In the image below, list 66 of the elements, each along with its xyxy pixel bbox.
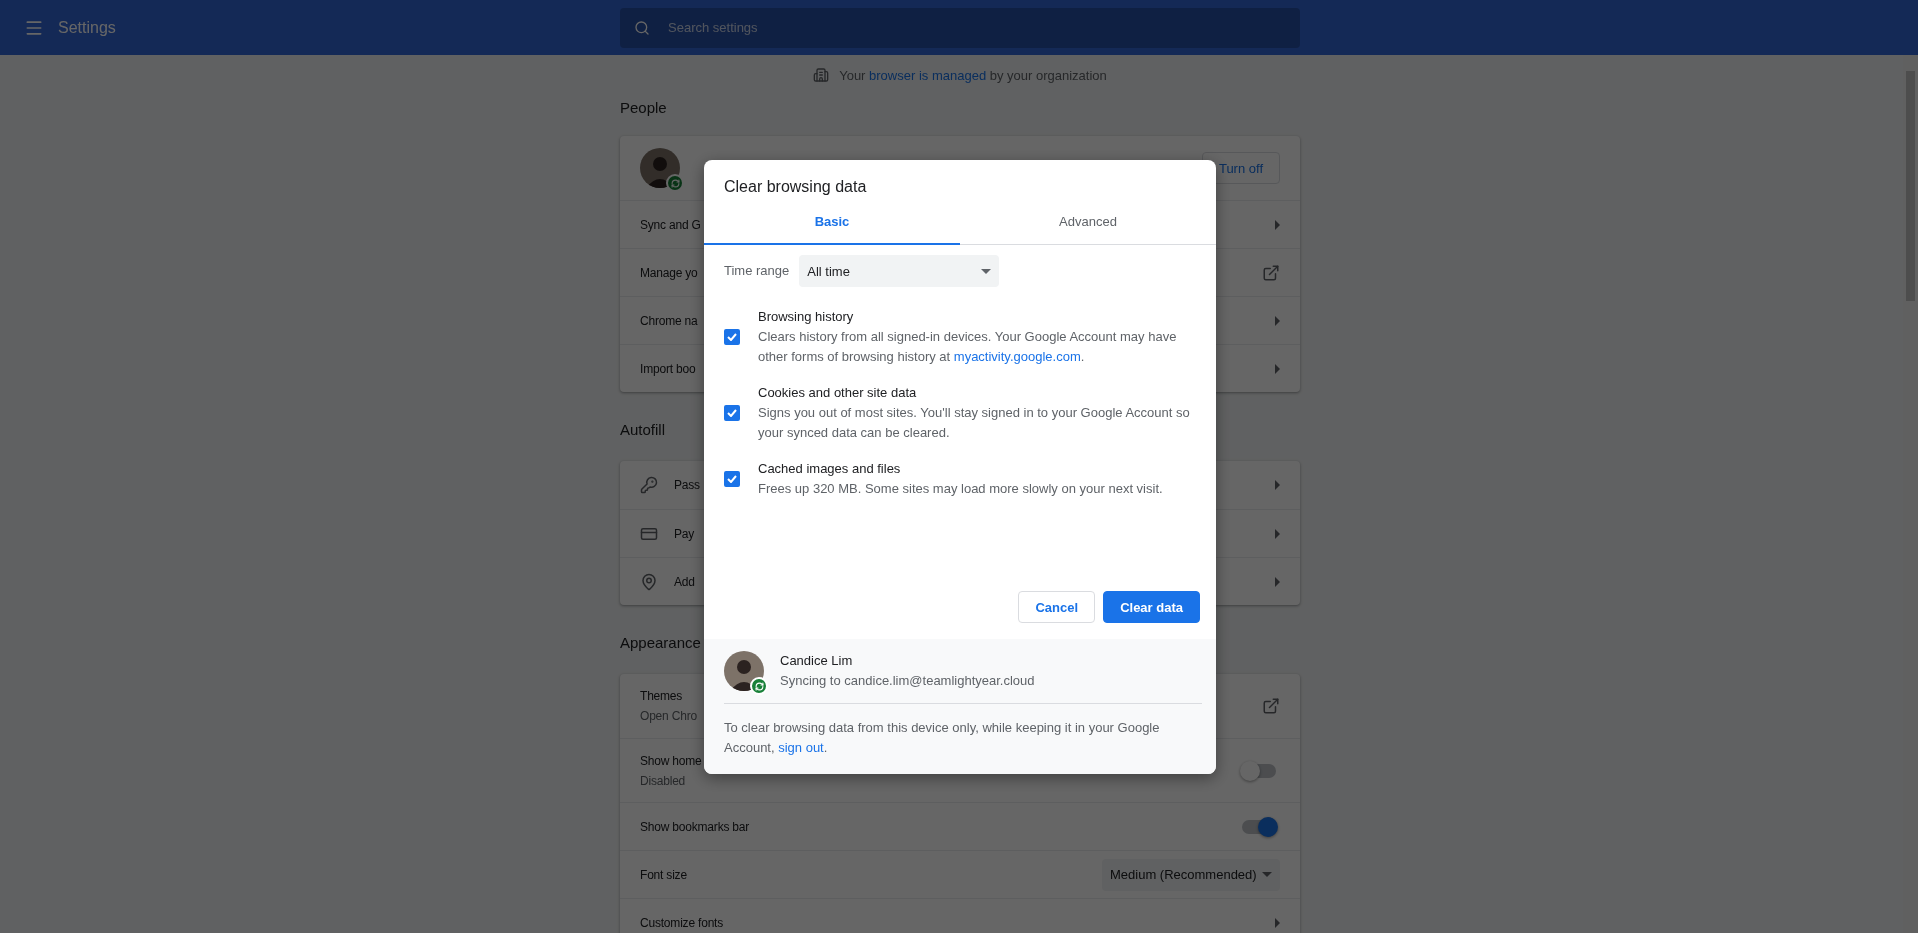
setting-label: Show bookmarks bar xyxy=(640,818,750,836)
arrow-right-icon xyxy=(1275,363,1280,374)
account-name: Candice Lim xyxy=(780,652,853,670)
setting-label: Pay xyxy=(674,525,695,543)
setting-label: Manage yo xyxy=(640,264,698,282)
dialog-title: Clear browsing data xyxy=(723,177,868,197)
dialog-tab[interactable]: Advanced xyxy=(960,200,1216,245)
section-heading: People xyxy=(620,98,667,118)
check-icon xyxy=(727,409,737,417)
section-heading: Autofill xyxy=(620,420,666,440)
key-icon xyxy=(640,476,658,494)
search-icon xyxy=(634,19,650,36)
setting-label: Customize fonts xyxy=(640,914,724,932)
check-icon xyxy=(727,475,737,483)
option-title: Cached images and files xyxy=(758,460,901,478)
cancel-button[interactable]: Cancel xyxy=(1018,591,1096,623)
arrow-right-icon xyxy=(1275,219,1280,230)
section-heading: Appearance xyxy=(620,633,701,653)
setting-label: Chrome na xyxy=(640,312,698,330)
time-range-select[interactable]: All time xyxy=(799,255,1000,287)
option-description: Frees up 320 MB. Some sites may load more slowly on your next visit. xyxy=(758,480,1163,498)
arrow-right-icon xyxy=(1275,315,1280,326)
clear-data-button[interactable]: Clear data xyxy=(1103,591,1200,623)
setting-label: Show home xyxy=(640,752,702,770)
arrow-right-icon xyxy=(1275,576,1280,587)
setting-label: Themes xyxy=(640,688,683,705)
checkbox[interactable] xyxy=(724,471,740,487)
time-range-label: Time range xyxy=(724,262,790,280)
account-status: Syncing to candice.lim@teamlightyear.cloud xyxy=(780,672,1035,690)
dropdown-arrow-icon xyxy=(1262,872,1272,877)
avatar-icon xyxy=(640,148,680,188)
checkbox[interactable] xyxy=(724,405,740,421)
setting-sublabel: Disabled xyxy=(640,772,686,790)
managed-notice: Your browser is managed by your organization xyxy=(839,67,1107,83)
page-title: Settings xyxy=(58,18,116,37)
check-icon xyxy=(727,333,737,341)
setting-label: Font size xyxy=(640,866,687,884)
setting-sublabel: Open Chro xyxy=(640,708,697,725)
location-pin-icon xyxy=(640,572,658,591)
arrow-right-icon xyxy=(1275,917,1280,928)
building-icon xyxy=(813,67,830,83)
activity-link[interactable]: myactivity.google.com xyxy=(953,349,1081,364)
font-size-select[interactable]: Medium (Recommended) xyxy=(1102,858,1280,891)
external-link-icon[interactable] xyxy=(1262,263,1280,282)
option-description: Signs you out of most sites. You'll stay signed in to your Google Account so your synced data can be cleared. xyxy=(758,404,1191,442)
external-link-icon[interactable] xyxy=(1262,697,1280,715)
search-input[interactable]: Search settings xyxy=(666,19,1286,36)
sync-badge-icon xyxy=(666,174,684,192)
arrow-right-icon xyxy=(1275,528,1280,539)
checkbox[interactable] xyxy=(724,329,740,345)
footer-text: To clear browsing data from this device only, while keeping it in your Google Account, sign out. xyxy=(724,719,1161,757)
dropdown-arrow-icon xyxy=(981,268,992,274)
setting-label: Sync and G xyxy=(640,216,701,234)
sign-out-link[interactable]: sign out xyxy=(778,740,824,755)
option-title: Browsing history xyxy=(758,308,854,326)
option-description: Clears history from all signed-in devices. Your Google Account may have other forms of browsing history at myactivity.google.com. xyxy=(758,328,1178,366)
setting-label: Pass xyxy=(674,477,700,494)
option-title: Cookies and other site data xyxy=(758,384,917,402)
setting-label: Import boo xyxy=(640,360,696,378)
avatar-icon xyxy=(724,651,764,691)
toggle-knob[interactable] xyxy=(1240,760,1260,781)
arrow-right-icon xyxy=(1275,480,1280,490)
dialog-tab[interactable]: Basic xyxy=(704,200,960,245)
sync-badge-icon xyxy=(750,677,768,695)
setting-label: Add xyxy=(674,573,695,591)
toggle-knob[interactable] xyxy=(1258,816,1278,837)
